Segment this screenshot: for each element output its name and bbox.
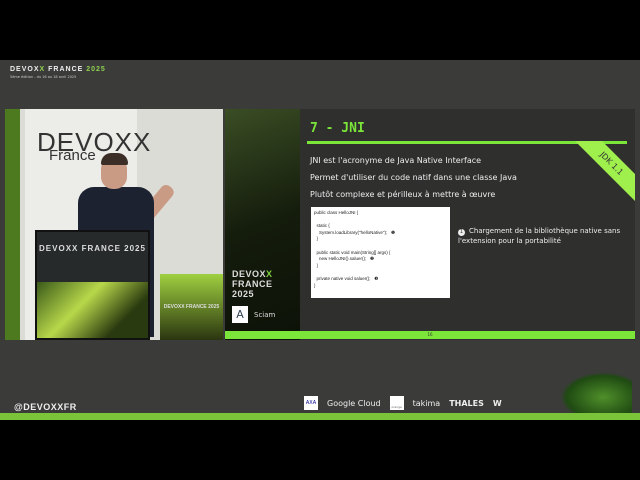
orange-logo: orange <box>389 396 404 410</box>
event-dates: 5ème édition - du 16 au 18 avril 2025 <box>10 75 77 79</box>
sciam-icon: A <box>232 306 248 323</box>
event-logo: DEVOXX FRANCE 2025 <box>10 66 106 73</box>
google-cloud-logo: Google Cloud <box>327 398 381 408</box>
company-name: Sciam <box>254 310 276 319</box>
bullet: Plutôt complexe et périlleux à mettre à … <box>310 190 496 199</box>
podium-text: DEVOXX FRANCE 2025 <box>39 244 146 253</box>
speaker-hair <box>101 153 128 165</box>
bottom-green-stripe <box>0 413 640 420</box>
speaker-camera: DEVOXX France DEVOXX FRANCE 2025 DEVOXX … <box>5 109 223 340</box>
code-snippet: public class HelloJNI { static { System.… <box>311 207 450 298</box>
slide-event-logo: DEVOXX FRANCE 2025 <box>232 269 273 299</box>
bullet: Permet d'utiliser du code natif dans une… <box>310 173 517 182</box>
callout-number-icon: 1 <box>458 229 465 236</box>
bullet: JNI est l'acronyme de Java Native Interf… <box>310 156 482 165</box>
callout-note: 1 Chargement de la bibliothèque native sa… <box>458 227 621 245</box>
podium-artwork <box>37 282 148 338</box>
sponsor-logos: AXA Google Cloud orange takima THALES W <box>304 396 502 410</box>
podium: DEVOXX FRANCE 2025 <box>35 230 150 340</box>
company-logo: A Sciam <box>232 306 275 323</box>
jdk-badge: JDK 1.1 <box>575 141 635 201</box>
leaf-decoration <box>560 372 632 414</box>
page-number: 16 <box>427 332 433 337</box>
w-logo: W <box>492 398 502 408</box>
slide-sidebar-image: DEVOXX FRANCE 2025 A Sciam <box>225 109 300 340</box>
axa-logo: AXA <box>304 396 318 410</box>
slide-footer-bar: 16 <box>225 331 635 339</box>
slide-title: 7 - JNI <box>310 121 365 136</box>
thales-logo: THALES <box>449 398 484 408</box>
twitter-handle: @DEVOXXFR <box>14 402 77 412</box>
takima-logo: takima <box>412 398 441 408</box>
presentation-slide: DEVOXX FRANCE 2025 A Sciam 7 - JNI JDK 1.1 … <box>225 109 635 340</box>
wall-stripe <box>5 109 20 340</box>
